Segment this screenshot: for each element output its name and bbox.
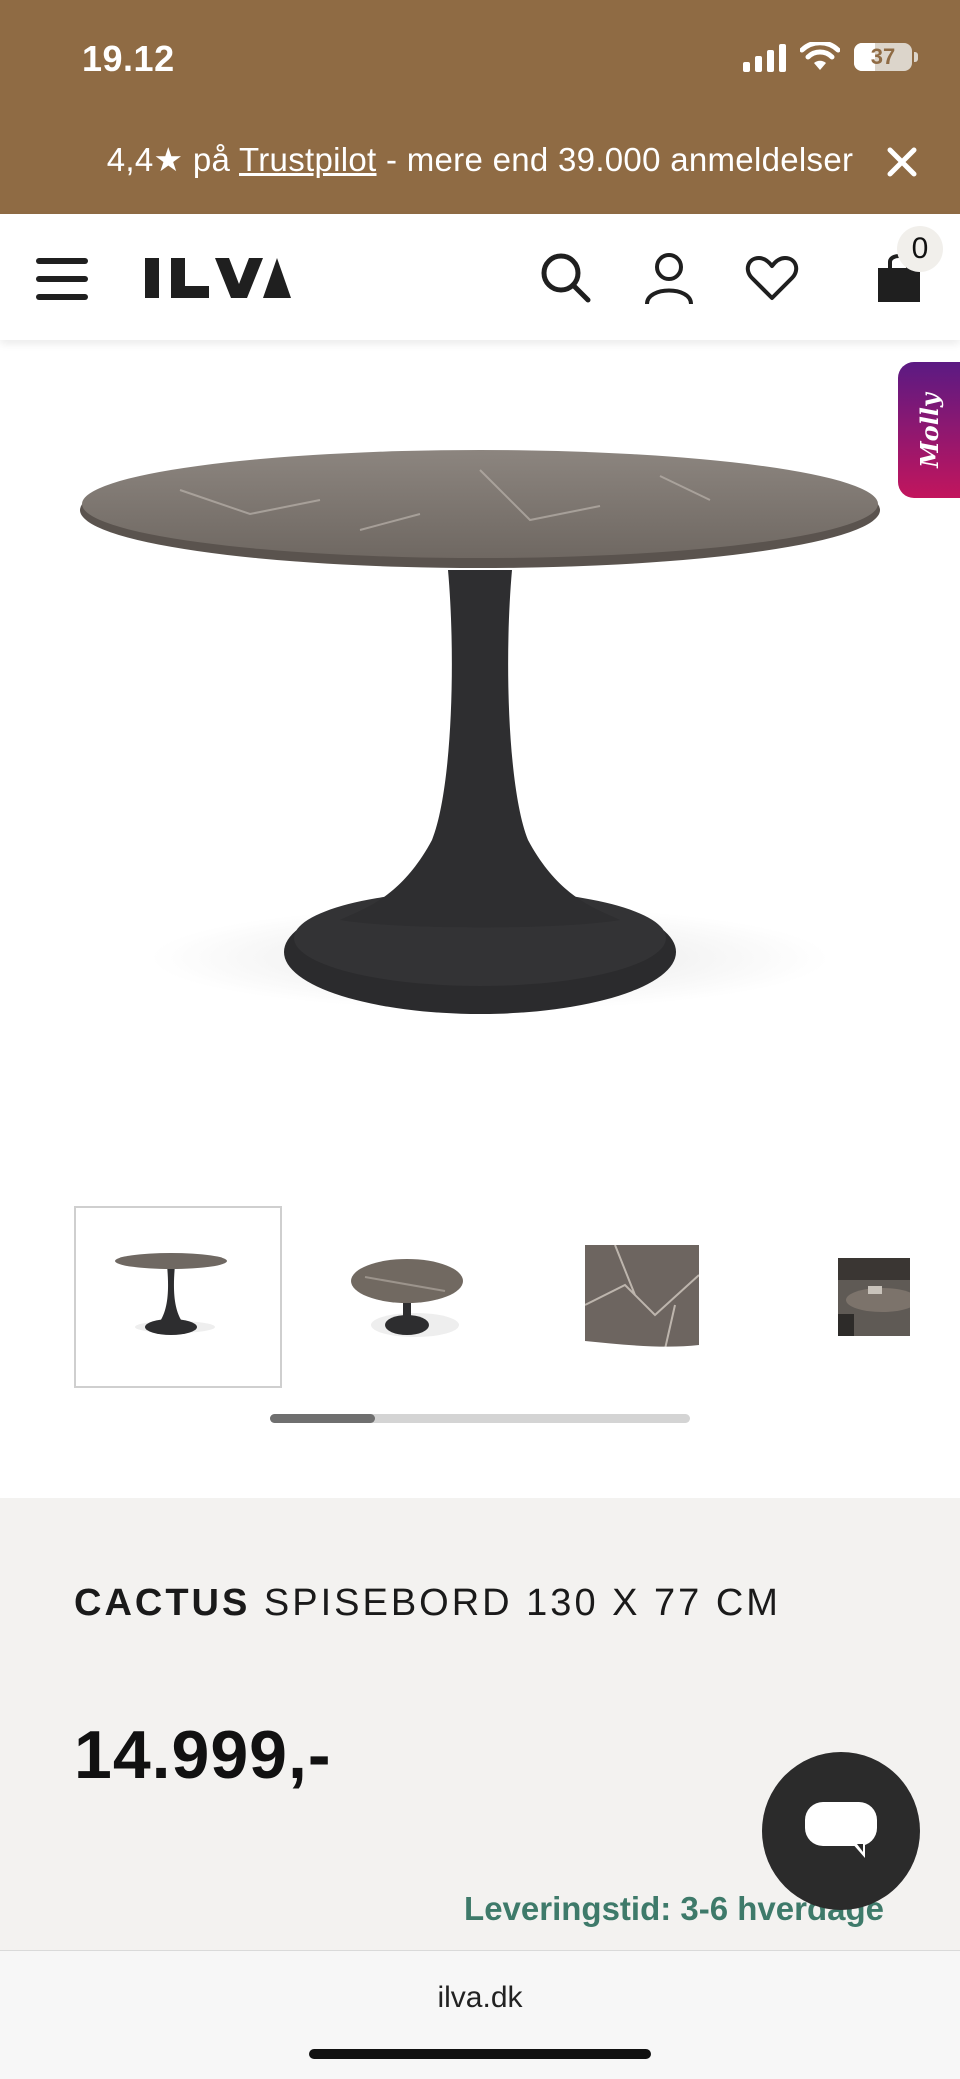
status-time: 19.12 [82, 38, 175, 79]
cellular-signal-icon [743, 42, 786, 72]
thumbnail-4[interactable] [770, 1206, 960, 1388]
battery-icon: 37 [854, 43, 918, 71]
product-name: SPISEBORD 130 X 77 CM [250, 1582, 781, 1624]
trustpilot-promo: 4,4★ på Trustpilot - mere end 39.000 anm… [0, 140, 960, 179]
thumbnail-table-angle [351, 1259, 463, 1337]
status-icons: 37 [743, 42, 918, 72]
heart-icon[interactable] [744, 250, 800, 306]
molly-assistant-tab[interactable]: Molly [898, 362, 960, 498]
cart-count-badge[interactable]: 0 [897, 226, 943, 272]
thumbnail-marble-detail [585, 1245, 699, 1349]
site-header [0, 214, 960, 340]
search-icon[interactable] [538, 250, 594, 306]
chat-button[interactable] [762, 1752, 920, 1910]
thumbnail-1[interactable] [74, 1206, 282, 1388]
browser-url-bar: ilva.dk [0, 1950, 960, 2079]
product-title: CACTUS SPISEBORD 130 X 77 CM [74, 1582, 781, 1625]
menu-icon[interactable] [36, 258, 88, 300]
promo-rating: 4,4★ på [106, 141, 240, 178]
product-brand: CACTUS [74, 1582, 251, 1624]
account-icon[interactable] [641, 250, 697, 306]
ilva-logo[interactable] [143, 256, 293, 300]
thumbnail-3[interactable] [538, 1206, 746, 1388]
promo-suffix: - mere end 39.000 anmeldelser [376, 141, 854, 178]
close-icon[interactable] [884, 144, 920, 180]
url-text[interactable]: ilva.dk [0, 1981, 960, 2015]
wifi-icon [800, 42, 840, 70]
thumbnail-table-side [115, 1253, 227, 1335]
trustpilot-link[interactable]: Trustpilot [239, 141, 376, 178]
gallery-scrollbar-thumb[interactable] [270, 1414, 375, 1423]
chat-icon [805, 1802, 877, 1858]
molly-label: Molly [914, 392, 944, 468]
product-price: 14.999,- [74, 1717, 332, 1793]
thumbnail-room-scene [838, 1258, 910, 1336]
battery-percent: 37 [870, 44, 896, 69]
home-indicator[interactable] [309, 2049, 651, 2059]
thumbnail-2[interactable] [306, 1206, 514, 1388]
battery-nub [914, 52, 918, 62]
gallery-scrollbar[interactable] [270, 1414, 690, 1423]
top-banner: 19.12 37 4,4★ på Trustpilot - mere end 3… [0, 0, 960, 214]
product-image[interactable] [60, 430, 900, 1030]
